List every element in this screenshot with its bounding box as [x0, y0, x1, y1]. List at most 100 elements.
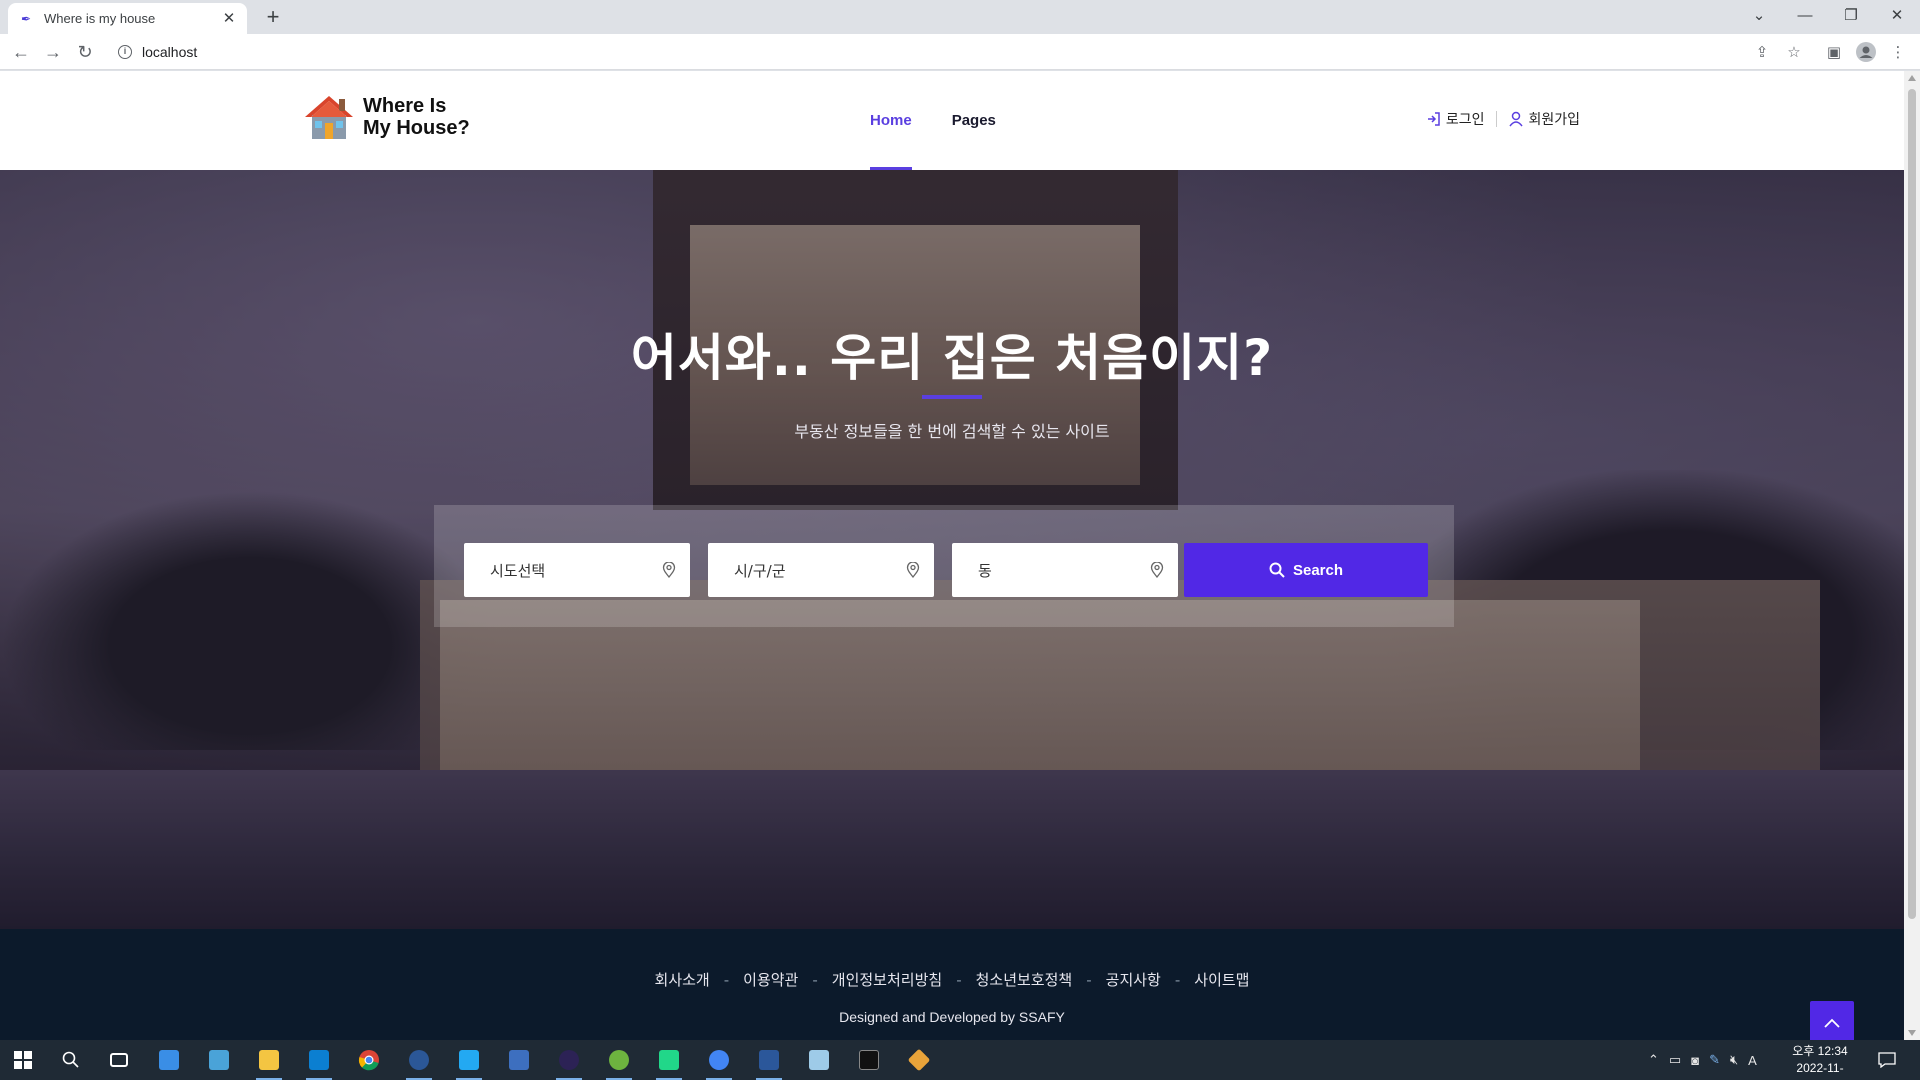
- search-button-label: Search: [1292, 561, 1344, 579]
- taskbar-app-6-icon[interactable]: [404, 1046, 434, 1080]
- chrome-icon[interactable]: [354, 1046, 384, 1074]
- address-bar[interactable]: i localhost: [108, 38, 1760, 66]
- new-tab-button[interactable]: +: [260, 5, 286, 29]
- gugun-select-value: 시/구/군: [734, 561, 786, 580]
- bookmark-star-icon[interactable]: ☆: [1780, 38, 1808, 66]
- eclipse-icon[interactable]: [554, 1046, 584, 1080]
- footer-link-company[interactable]: 회사소개: [655, 969, 710, 990]
- footer-link-notice[interactable]: 공지사항: [1106, 969, 1161, 990]
- scroll-down-arrow-icon[interactable]: [1908, 1030, 1916, 1036]
- nav-pages[interactable]: Pages: [952, 71, 996, 170]
- network-icon[interactable]: ▭: [1669, 1052, 1681, 1068]
- chevron-up-icon: [1824, 1018, 1840, 1028]
- login-icon: [1427, 112, 1440, 126]
- map-pin-icon: [906, 562, 920, 578]
- search-icon: [1269, 562, 1285, 578]
- forward-button[interactable]: →: [39, 38, 67, 66]
- gugun-select[interactable]: 시/구/군: [708, 543, 934, 597]
- taskbar-app-8-icon[interactable]: [504, 1046, 534, 1074]
- terminal-icon[interactable]: [854, 1046, 884, 1074]
- taskbar-clock[interactable]: 오후 12:34 2022-11-02: [1790, 1043, 1850, 1080]
- taskbar-app-16-icon[interactable]: [904, 1046, 934, 1074]
- ime-indicator-icon[interactable]: A: [1748, 1053, 1757, 1068]
- volume-muted-icon[interactable]: 🔇︎: [1730, 1052, 1738, 1068]
- main-nav: Home Pages: [870, 71, 1036, 170]
- scroll-to-top-button[interactable]: [1810, 1001, 1854, 1040]
- taskbar-app-2-icon[interactable]: [204, 1046, 234, 1074]
- taskbar-app-1-icon[interactable]: [154, 1046, 184, 1074]
- side-panel-icon[interactable]: ▣: [1820, 38, 1848, 66]
- footer-credit: Designed and Developed by SSAFY: [839, 1009, 1065, 1025]
- search-panel: 시도선택 시/구/군 동 Search: [434, 505, 1454, 627]
- windows-start-icon[interactable]: [8, 1046, 38, 1074]
- house-logo-icon: [305, 96, 353, 139]
- notification-center-icon[interactable]: [1872, 1046, 1902, 1074]
- footer-link-privacy[interactable]: 개인정보처리방침: [832, 969, 942, 990]
- share-icon[interactable]: ⇪: [1748, 38, 1776, 66]
- profile-avatar[interactable]: [1852, 38, 1880, 66]
- word-icon[interactable]: [754, 1046, 784, 1080]
- footer-link-separator: -: [1174, 971, 1181, 989]
- site-info-icon[interactable]: i: [118, 45, 132, 59]
- webstorm-icon[interactable]: [304, 1046, 334, 1080]
- task-view-icon[interactable]: [104, 1046, 134, 1074]
- footer-link-separator: -: [723, 971, 730, 989]
- taskbar-search-icon[interactable]: [56, 1046, 86, 1074]
- chrome-active-icon[interactable]: [704, 1046, 734, 1080]
- site-logo[interactable]: Where Is My House?: [303, 93, 470, 141]
- footer-link-terms[interactable]: 이용약관: [743, 969, 798, 990]
- system-tray: ⌃ ▭ ◙ ✎ 🔇︎ A: [1648, 1040, 1757, 1080]
- login-link[interactable]: 로그인: [1427, 109, 1485, 129]
- logo-line-1: Where Is: [363, 95, 447, 117]
- back-button[interactable]: ←: [7, 38, 35, 66]
- tab-search-chevron-icon[interactable]: ⌄: [1736, 0, 1782, 30]
- footer-link-separator: -: [1086, 971, 1092, 989]
- footer-link-separator: -: [956, 971, 962, 989]
- footer-link-separator: -: [812, 971, 818, 989]
- map-pin-icon: [662, 562, 676, 578]
- search-button[interactable]: Search: [1184, 543, 1428, 597]
- browser-tab-strip: ✒ Where is my house ✕ + ⌄ — ❐ ✕: [0, 0, 1920, 34]
- auth-divider: [1496, 111, 1498, 127]
- scroll-up-arrow-icon[interactable]: [1908, 75, 1916, 81]
- sido-select[interactable]: 시도선택: [464, 543, 690, 597]
- browser-toolbar: ← → ↻ i localhost ⇪ ☆ ▣ ⋮: [0, 34, 1920, 70]
- auth-links: 로그인 회원가입: [1427, 109, 1580, 129]
- browser-tab[interactable]: ✒ Where is my house ✕: [8, 3, 247, 34]
- file-explorer-icon[interactable]: [254, 1046, 284, 1080]
- site-favicon-icon: ✒: [21, 11, 32, 26]
- signup-label: 회원가입: [1528, 111, 1580, 127]
- tab-title: Where is my house: [44, 11, 156, 26]
- clock-time: 오후 12:34: [1792, 1044, 1848, 1058]
- scrollbar-thumb[interactable]: [1908, 89, 1916, 919]
- windows-taskbar: ⌃ ▭ ◙ ✎ 🔇︎ A 오후 12:34 2022-11-02: [0, 1040, 1920, 1080]
- minimize-button[interactable]: —: [1782, 0, 1828, 30]
- footer-link-sitemap[interactable]: 사이트맵: [1194, 969, 1249, 990]
- url-text: localhost: [142, 44, 198, 60]
- page-scrollbar[interactable]: [1904, 71, 1920, 1040]
- dong-select[interactable]: 동: [952, 543, 1178, 597]
- reload-button[interactable]: ↻: [71, 38, 99, 66]
- spring-tools-icon[interactable]: [604, 1046, 634, 1080]
- close-window-button[interactable]: ✕: [1874, 0, 1920, 30]
- footer-link-youth[interactable]: 청소년보호정책: [976, 969, 1073, 990]
- camera-icon[interactable]: ◙: [1691, 1053, 1699, 1068]
- tab-close-icon[interactable]: ✕: [221, 10, 237, 27]
- tray-chevron-up-icon[interactable]: ⌃: [1648, 1052, 1659, 1068]
- nav-home[interactable]: Home: [870, 71, 912, 170]
- logo-line-2: My House?: [363, 117, 470, 139]
- hero-title-underline: [922, 395, 982, 399]
- pen-tray-icon[interactable]: ✎: [1709, 1052, 1720, 1068]
- login-label: 로그인: [1445, 111, 1485, 127]
- restore-button[interactable]: ❐: [1828, 0, 1874, 30]
- clock-date: 2022-11-02: [1796, 1061, 1844, 1080]
- signup-link[interactable]: 회원가입: [1509, 109, 1580, 129]
- site-footer: 회사소개 - 이용약관 - 개인정보처리방침 - 청소년보호정책 - 공지사항 - 사이트맵 Des…: [0, 929, 1904, 1040]
- hero-title: 어서와.. 우리 집은 처음이지?: [630, 329, 1274, 387]
- sido-select-value: 시도선택: [490, 561, 546, 580]
- map-pin-icon: [1150, 562, 1164, 578]
- browser-menu-icon[interactable]: ⋮: [1884, 38, 1912, 66]
- notepad-icon[interactable]: [804, 1046, 834, 1074]
- pycharm-icon[interactable]: [654, 1046, 684, 1080]
- vscode-icon[interactable]: [454, 1046, 484, 1080]
